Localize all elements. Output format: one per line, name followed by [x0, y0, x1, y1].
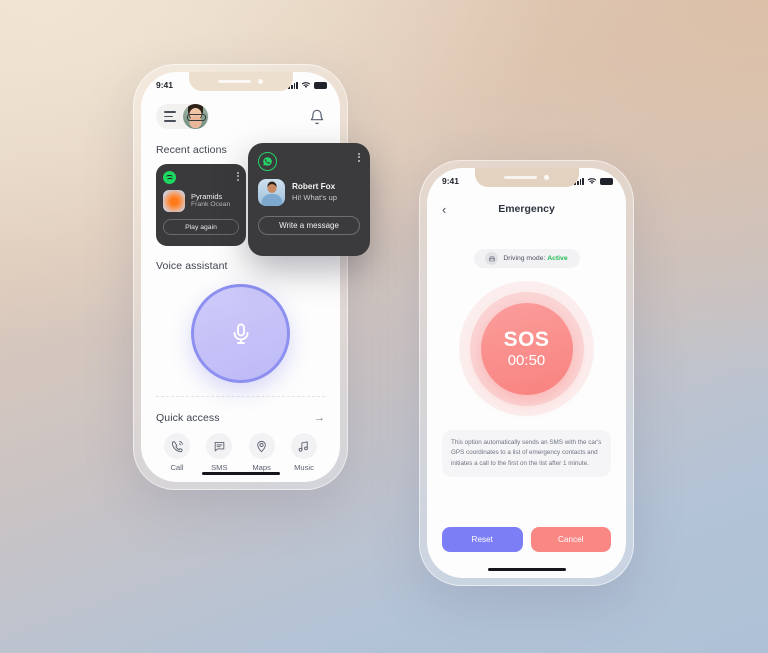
app-showcase-scene: 9:41 Recent actions Pyramids Frank Ocean…	[0, 0, 768, 653]
more-vertical-icon[interactable]	[358, 152, 360, 162]
front-camera	[258, 79, 263, 84]
phone-right-screen: 9:41 ‹ Emergency Driving mode: Active SO…	[427, 168, 626, 578]
section-divider	[156, 396, 325, 397]
phone-right: 9:41 ‹ Emergency Driving mode: Active SO…	[419, 160, 634, 586]
status-time: 9:41	[156, 80, 174, 90]
whatsapp-sender-name: Robert Fox	[292, 181, 336, 191]
car-icon	[485, 252, 499, 265]
phone-left: 9:41 Recent actions Pyramids Frank Ocean…	[133, 64, 348, 490]
quick-access-maps[interactable]: Maps	[243, 433, 281, 472]
hamburger-menu-icon[interactable]	[164, 111, 176, 122]
spotify-icon	[163, 171, 176, 184]
media-card-header	[163, 171, 239, 184]
contact-avatar	[258, 179, 285, 206]
sos-label: SOS	[503, 328, 550, 351]
microphone-button[interactable]	[191, 284, 290, 383]
home-screen-content: Recent actions → Pyramids Frank Ocean	[141, 72, 340, 482]
play-again-button[interactable]: Play again	[163, 219, 239, 235]
notch	[188, 72, 293, 91]
user-avatar[interactable]	[183, 104, 208, 129]
page-title: Emergency	[498, 203, 555, 215]
wifi-icon	[587, 178, 597, 184]
top-bar	[156, 104, 325, 129]
sos-button[interactable]: SOS 00:50	[480, 302, 573, 395]
status-icons	[574, 177, 613, 185]
driving-mode-value: Active	[547, 255, 568, 262]
quick-access-list: Call SMS Maps Music	[156, 433, 325, 472]
whatsapp-notification-card[interactable]: Robert Fox Hi! What's up Write a message	[248, 143, 370, 256]
quick-access-title: Quick access	[156, 412, 220, 424]
notch	[474, 168, 579, 187]
voice-assistant-section	[156, 284, 325, 383]
voice-assistant-header: Voice assistant	[156, 260, 325, 272]
whatsapp-sender-row: Robert Fox Hi! What's up	[258, 179, 360, 206]
music-note-icon	[290, 433, 317, 459]
front-camera	[544, 175, 549, 180]
emergency-screen-content: ‹ Emergency Driving mode: Active SOS 00:…	[427, 168, 626, 578]
quick-access-header: Quick access →	[156, 412, 325, 424]
reset-button[interactable]: Reset	[442, 527, 523, 552]
track-title: Pyramids	[191, 191, 223, 201]
quick-access-call[interactable]: Call	[158, 433, 196, 472]
sos-ring-outer: SOS 00:50	[459, 281, 594, 416]
sos-section: SOS 00:50	[442, 281, 611, 416]
bell-icon[interactable]	[309, 109, 325, 125]
phone-left-screen: 9:41 Recent actions Pyramids Frank Ocean…	[141, 72, 340, 482]
message-bubble-icon	[206, 433, 233, 459]
action-buttons: Reset Cancel	[442, 527, 611, 552]
quick-access-sms[interactable]: SMS	[200, 433, 238, 472]
whatsapp-icon	[258, 152, 277, 171]
write-message-button[interactable]: Write a message	[258, 216, 360, 235]
whatsapp-message-preview: Hi! What's up	[292, 193, 337, 203]
nav-bar: ‹ Emergency	[442, 199, 611, 219]
battery-full-icon	[600, 177, 613, 185]
cancel-button[interactable]: Cancel	[530, 527, 611, 552]
sos-timer: 00:50	[507, 352, 546, 369]
location-pin-icon	[248, 433, 275, 459]
earpiece-speaker	[218, 80, 251, 83]
quick-access-label: Music	[294, 463, 314, 472]
wifi-icon	[301, 82, 311, 88]
home-indicator	[487, 567, 566, 571]
driving-mode-label: Driving mode:	[503, 255, 546, 262]
sos-ring-inner: SOS 00:50	[469, 291, 584, 406]
more-vertical-icon[interactable]	[237, 171, 239, 181]
track-info: Pyramids Frank Ocean	[163, 190, 239, 212]
phone-call-icon	[164, 433, 190, 459]
home-indicator	[201, 471, 280, 475]
quick-access-music[interactable]: Music	[285, 433, 323, 472]
info-description: This option automatically sends an SMS w…	[442, 430, 611, 478]
album-artwork	[163, 190, 185, 212]
microphone-icon	[233, 323, 248, 344]
driving-mode-text: Driving mode: Active	[503, 255, 567, 262]
whatsapp-card-header	[258, 152, 360, 171]
driving-mode-badge: Driving mode: Active	[473, 249, 580, 268]
status-time: 9:41	[442, 176, 460, 186]
track-artist: Frank Ocean	[191, 201, 231, 209]
quick-access-label: Call	[170, 463, 184, 472]
voice-assistant-title: Voice assistant	[156, 260, 228, 272]
media-card-spotify[interactable]: Pyramids Frank Ocean Play again	[156, 164, 246, 246]
recent-actions-title: Recent actions	[156, 144, 227, 156]
earpiece-speaker	[504, 176, 537, 179]
arrow-right-icon[interactable]: →	[314, 412, 325, 424]
menu-user-chip[interactable]	[156, 104, 209, 129]
status-icons	[288, 81, 327, 89]
battery-full-icon	[314, 81, 327, 89]
